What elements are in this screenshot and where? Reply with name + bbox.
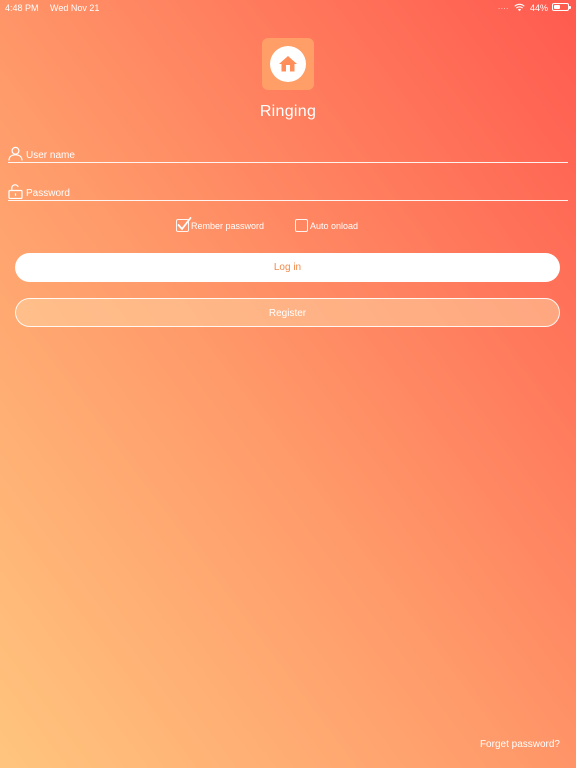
auto-onload-checkbox[interactable] — [295, 219, 308, 232]
user-icon — [8, 146, 23, 161]
battery-fill — [554, 5, 560, 9]
forgot-password-link[interactable]: Forget password? — [480, 739, 560, 750]
battery-percent: 44% — [530, 3, 549, 13]
status-bar: 4:48 PM Wed Nov 21 .... 44% — [0, 0, 576, 16]
signal-dots: .... — [498, 2, 509, 11]
status-date: Wed Nov 21 — [50, 3, 100, 13]
logo-circle — [270, 46, 306, 82]
battery-icon — [552, 3, 571, 11]
username-field — [8, 140, 568, 163]
password-input[interactable] — [26, 186, 568, 200]
login-button[interactable]: Log in — [15, 253, 560, 282]
remember-password-label: Rember password — [191, 221, 265, 231]
app-logo — [262, 38, 314, 90]
remember-password-checkbox[interactable] — [176, 217, 192, 232]
app-title: Ringing — [259, 103, 317, 120]
password-field — [8, 178, 568, 201]
auto-onload-label: Auto onload — [310, 221, 359, 231]
register-button[interactable]: Register — [15, 298, 560, 327]
status-time: 4:48 PM — [5, 3, 39, 13]
wifi-icon — [514, 3, 525, 12]
lock-icon — [8, 184, 23, 199]
checkmark-icon — [177, 217, 192, 231]
username-input[interactable] — [26, 148, 568, 162]
home-icon — [279, 56, 297, 72]
